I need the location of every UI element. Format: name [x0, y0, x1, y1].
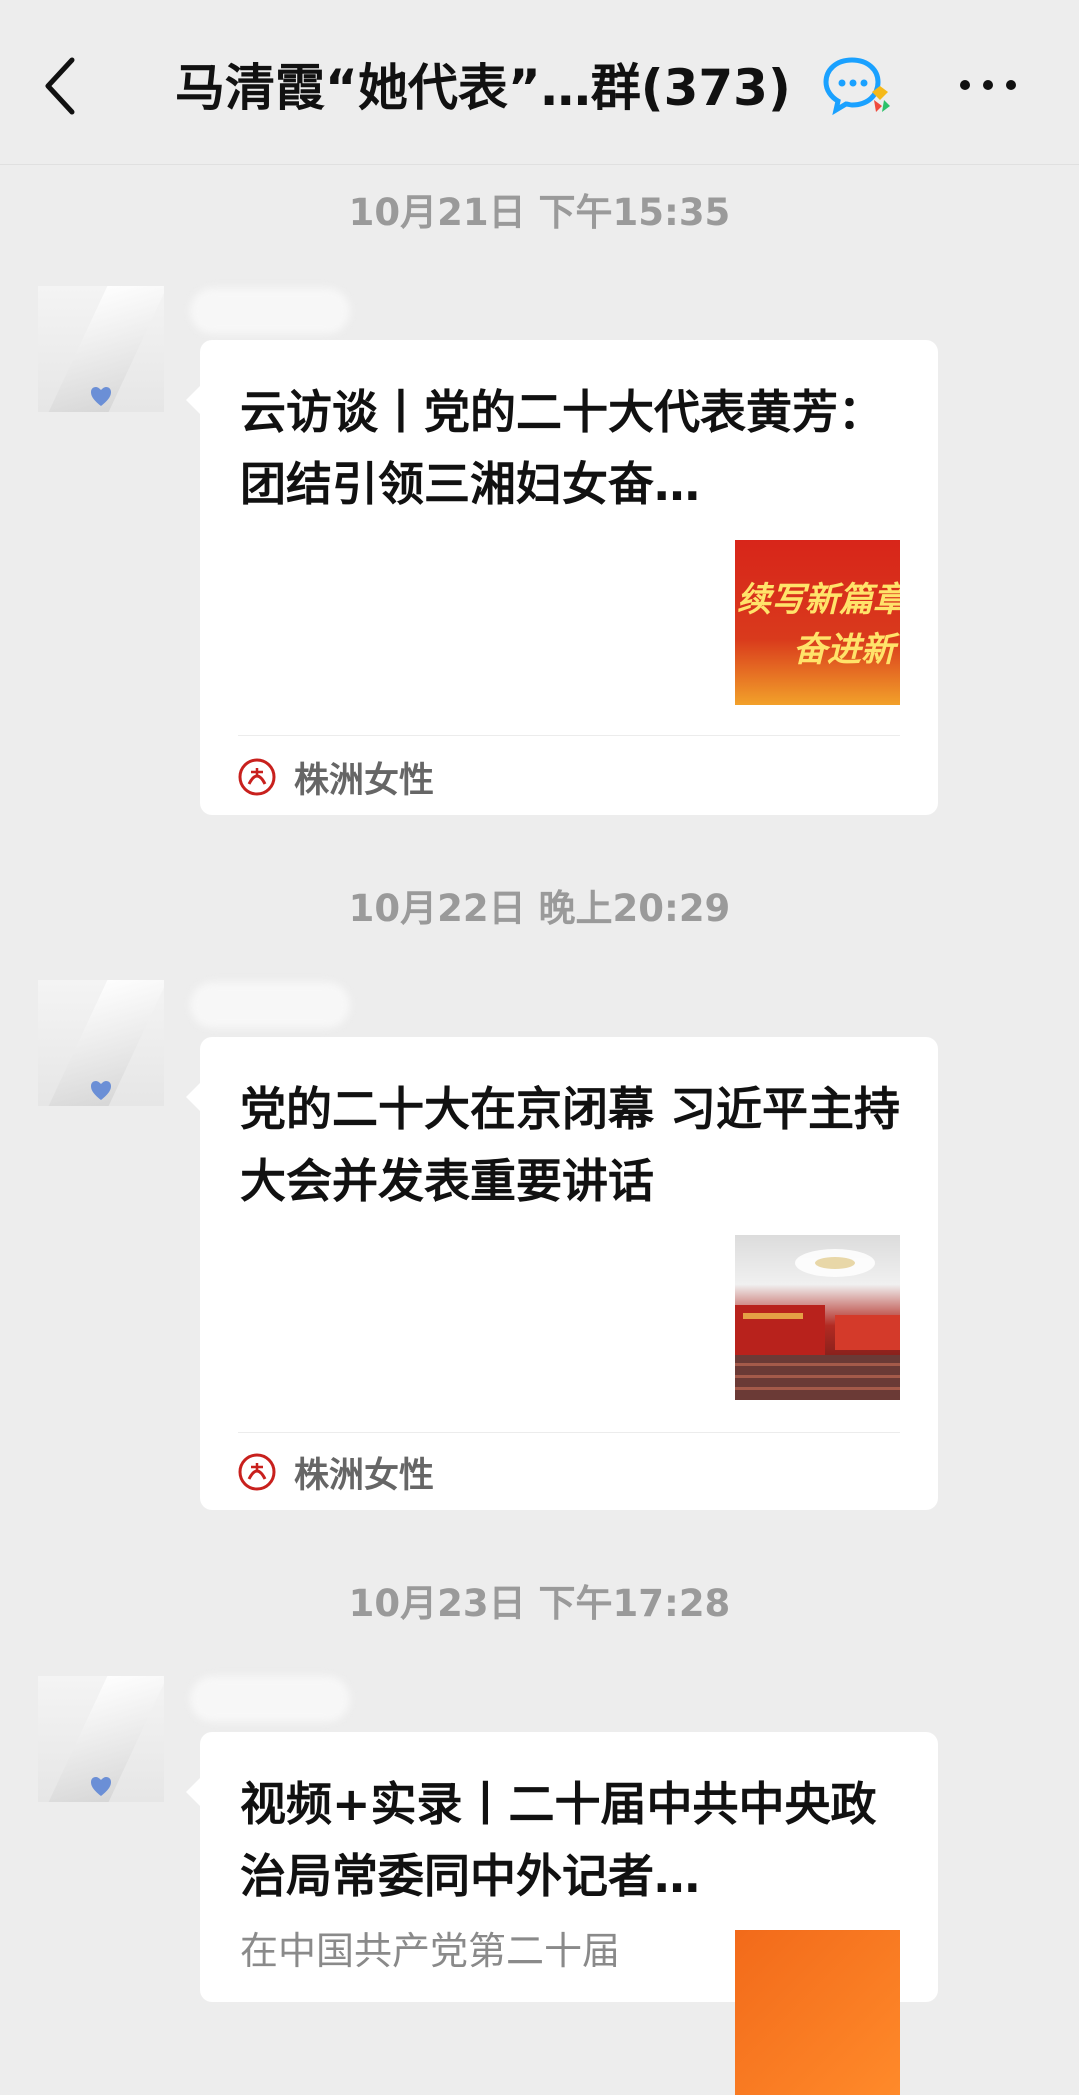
- source-logo-icon: [238, 758, 276, 796]
- avatar[interactable]: [38, 286, 164, 412]
- sender-name-redacted: [190, 982, 350, 1028]
- group-chat-icon[interactable]: [822, 56, 892, 116]
- source-name: 株洲女性: [294, 760, 435, 801]
- article-title: 视频+实录丨二十届中共中央政治局常委同中外记者…: [240, 1777, 877, 1903]
- article-card[interactable]: 党的二十大在京闭幕 习近平主持大会并发表重要讲话 株洲女性: [186, 1037, 938, 1510]
- avatar[interactable]: [38, 980, 164, 1106]
- chat-header: 马清霞“她代表”…群(373): [0, 0, 1079, 165]
- avatar[interactable]: [38, 1676, 164, 1802]
- article-thumbnail: [735, 1235, 900, 1400]
- article-thumbnail: 续写新篇章 奋进新: [735, 540, 900, 705]
- more-icon: [960, 80, 970, 90]
- source-logo-icon: [238, 1453, 276, 1491]
- article-card[interactable]: 视频+实录丨二十届中共中央政治局常委同中外记者… 在中国共产党第二十届: [186, 1732, 938, 2095]
- article-title: 云访谈丨党的二十大代表黄芳：团结引领三湘妇女奋…: [240, 385, 884, 511]
- message-timestamp: 10月22日 晚上20:29: [348, 887, 731, 930]
- heart-icon: [91, 1081, 111, 1100]
- source-name: 株洲女性: [294, 1455, 435, 1496]
- article-description: 在中国共产党第二十届: [240, 1929, 621, 1973]
- article-source: 株洲女性: [238, 757, 434, 801]
- sender-name-redacted: [190, 288, 350, 334]
- message-timestamp: 10月21日 下午15:35: [348, 191, 731, 234]
- heart-icon: [91, 387, 111, 406]
- sender-name-redacted: [190, 1676, 350, 1722]
- message-timestamp: 10月23日 下午17:28: [348, 1582, 731, 1625]
- heart-icon: [91, 1777, 111, 1796]
- back-arrow-icon: [45, 57, 75, 115]
- card-divider: [238, 1432, 900, 1433]
- card-divider: [238, 735, 900, 736]
- back-button[interactable]: [30, 40, 90, 130]
- article-source: 株洲女性: [238, 1452, 434, 1496]
- chat-title: 马清霞“她代表”…群(373): [175, 59, 791, 117]
- more-button[interactable]: [950, 55, 1050, 115]
- article-title: 党的二十大在京闭幕 习近平主持大会并发表重要讲话: [240, 1082, 901, 1208]
- article-card[interactable]: 云访谈丨党的二十大代表黄芳：团结引领三湘妇女奋… 续写新篇章 奋进新 株洲女性: [186, 340, 938, 815]
- article-thumbnail: [735, 1930, 900, 2095]
